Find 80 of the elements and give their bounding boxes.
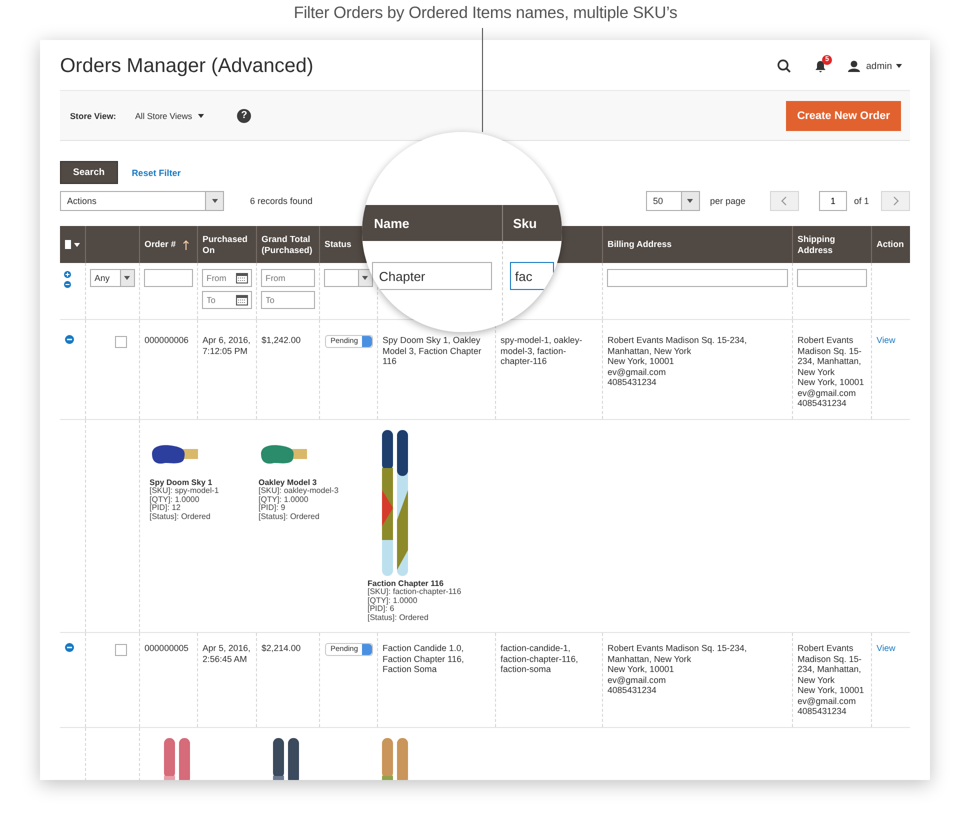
product-detail: [PID]: 9 xyxy=(258,504,286,512)
column-header[interactable]: Order # xyxy=(144,239,176,250)
table-cell: $2,214.00 xyxy=(262,643,301,653)
collapse-all-icon[interactable] xyxy=(64,281,71,288)
table-cell: Robert Evants Madison Sq. 15-234, Manhattan, New York New York, 10001 ev@gmail.com 4085431234 xyxy=(798,335,864,408)
product-name: Oakley Model 3 xyxy=(258,478,317,487)
actions-dropdown[interactable]: Actions xyxy=(60,191,224,211)
table-cell: 000000006 xyxy=(144,335,189,345)
store-view-dropdown[interactable]: All Store Views xyxy=(135,110,204,120)
caret-icon xyxy=(362,276,368,280)
chevron-right-icon xyxy=(892,196,898,206)
reset-filter-link[interactable]: Reset Filter xyxy=(132,168,181,178)
table-cell: Robert Evants Madison Sq. 15-234, Manhattan, New York New York, 10001 ev@gmail.com 4085431234 xyxy=(798,643,864,716)
filter-field[interactable] xyxy=(606,269,788,287)
product-name: Faction Chapter 116 xyxy=(368,580,444,588)
filter-dropdown[interactable] xyxy=(324,269,372,287)
per-page-dropdown[interactable]: 50 xyxy=(646,191,700,211)
product-detail: [Status]: Ordered xyxy=(368,614,428,622)
name-filter-field[interactable]: Chapter xyxy=(372,262,492,290)
collapse-row-icon[interactable] xyxy=(65,335,74,344)
table-cell: faction-candide-1, faction-chapter-116, faction-soma xyxy=(500,643,578,674)
table-cell: 000000005 xyxy=(144,643,189,653)
filter-field[interactable] xyxy=(144,269,192,287)
product-detail: [QTY]: 1.0000 xyxy=(150,496,200,504)
product-detail: [SKU]: faction-chapter-116 xyxy=(368,588,462,596)
table-cell: spy-model-1, oakley-model-3, faction-chapter-116 xyxy=(500,335,582,366)
page-total: of 1 xyxy=(854,196,869,206)
table-cell: Apr 5, 2016, 2:56:45 AM xyxy=(202,643,250,664)
caret-icon xyxy=(198,114,204,118)
page-title: Orders Manager (Advanced) xyxy=(60,54,314,78)
sku-filter-field[interactable]: fac xyxy=(510,262,554,290)
filter-field[interactable] xyxy=(796,269,866,287)
chevron-left-icon xyxy=(781,196,788,206)
search-icon[interactable] xyxy=(777,59,792,73)
view-link[interactable]: View xyxy=(876,335,896,345)
table-cell: Robert Evants Madison Sq. 15-234, Manhattan, New York New York, 10001 ev@gmail.com 4085431234 xyxy=(608,643,747,695)
product-name: Spy Doom Sky 1 xyxy=(150,478,212,487)
expand-all-icon[interactable] xyxy=(64,271,71,278)
column-header[interactable]: Billing Address xyxy=(608,239,672,250)
column-header[interactable]: Status xyxy=(324,239,352,250)
caption-text: Filter Orders by Ordered Items names, multiple SKU’s xyxy=(294,4,678,24)
user-icon[interactable] xyxy=(848,60,860,72)
filter-dropdown[interactable]: Any xyxy=(90,269,134,287)
store-view-label: Store View: xyxy=(70,110,116,120)
select-all-checkbox[interactable] xyxy=(65,240,70,249)
caret-icon xyxy=(896,64,902,68)
user-menu[interactable]: admin xyxy=(866,60,892,72)
table-cell: Spy Doom Sky 1, Oakley Model 3, Faction Chapter 116 xyxy=(382,335,482,366)
product-detail: [Status]: Ordered xyxy=(150,512,210,521)
calendar-icon[interactable] xyxy=(236,272,248,284)
page-number-field[interactable]: 1 xyxy=(818,191,847,211)
column-header[interactable]: Sku xyxy=(513,216,537,230)
caret-icon xyxy=(74,242,80,246)
caret-icon xyxy=(124,276,130,280)
table-cell: $1,242.00 xyxy=(262,335,301,345)
product-detail: [PID]: 6 xyxy=(368,605,394,614)
range-field[interactable]: From xyxy=(260,269,314,287)
table-cell: Faction Candide 1.0, Faction Chapter 116, Faction Soma xyxy=(382,643,464,674)
help-icon[interactable]: ? xyxy=(237,108,252,122)
product-detail: [PID]: 12 xyxy=(150,504,181,512)
collapse-row-icon[interactable] xyxy=(65,643,74,652)
records-count: 6 records found xyxy=(250,196,313,206)
view-link[interactable]: View xyxy=(876,643,896,653)
per-page-label: per page xyxy=(710,196,747,206)
product-detail: [Status]: Ordered xyxy=(258,512,320,521)
product-detail: [QTY]: 1.0000 xyxy=(368,596,418,605)
range-field[interactable]: To xyxy=(260,291,314,309)
product-detail: [SKU]: spy-model-1 xyxy=(150,487,219,496)
caret-icon xyxy=(687,199,694,203)
bell-icon[interactable] xyxy=(815,60,826,72)
row-checkbox[interactable] xyxy=(114,644,126,656)
product-detail: [QTY]: 1.0000 xyxy=(258,496,308,504)
row-checkbox[interactable] xyxy=(114,336,126,348)
caret-icon xyxy=(212,199,218,203)
table-cell: Apr 6, 2016, 7:12:05 PM xyxy=(202,335,250,356)
calendar-icon[interactable] xyxy=(236,294,248,306)
product-detail: [SKU]: oakley-model-3 xyxy=(258,487,339,496)
table-cell: Robert Evants Madison Sq. 15-234, Manhattan, New York New York, 10001 ev@gmail.com 4085431234 xyxy=(608,335,747,387)
search-button[interactable]: Search xyxy=(60,161,118,184)
column-header[interactable]: Name xyxy=(374,216,502,230)
